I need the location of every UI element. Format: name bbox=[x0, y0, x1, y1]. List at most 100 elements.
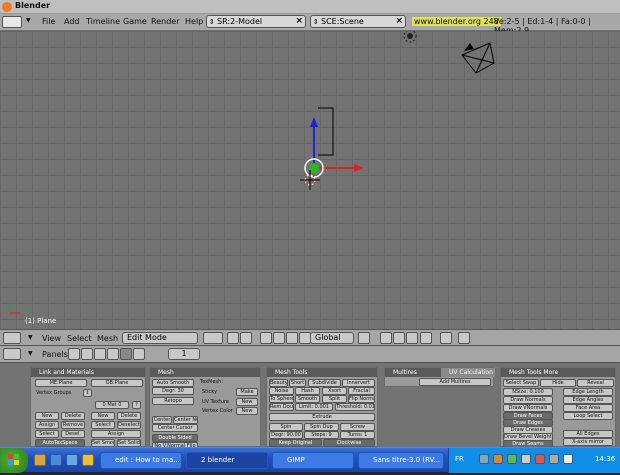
frame-field[interactable]: 1 bbox=[168, 348, 200, 360]
center-cursor-button[interactable]: Center Cursor bbox=[152, 424, 198, 432]
start-button[interactable] bbox=[0, 448, 28, 473]
shading-context-icon[interactable] bbox=[94, 348, 106, 360]
plane-edge[interactable] bbox=[318, 107, 334, 156]
menu-select[interactable]: Select bbox=[67, 334, 92, 343]
vgroup-selector[interactable]: ⇕ bbox=[83, 389, 92, 397]
screen-selector[interactable]: ⇕ SR:2-Model × bbox=[206, 15, 306, 28]
collapse-arrow-icon[interactable]: ▼ bbox=[28, 350, 33, 357]
set-smooth-button[interactable]: Set Smooth bbox=[91, 439, 115, 447]
close-icon[interactable]: × bbox=[395, 16, 403, 27]
collapse-arrow-icon[interactable]: ▼ bbox=[26, 17, 31, 24]
mode-selector[interactable]: Edit Mode bbox=[122, 332, 198, 344]
face-select-icon[interactable] bbox=[406, 332, 418, 344]
edge-select-icon[interactable] bbox=[393, 332, 405, 344]
render-icon[interactable] bbox=[440, 332, 452, 344]
vertex-select-icon[interactable] bbox=[380, 332, 392, 344]
screw-button[interactable]: Screw bbox=[340, 423, 375, 431]
scene-context-icon[interactable] bbox=[133, 348, 145, 360]
steps-field[interactable]: Steps: 9 bbox=[304, 431, 339, 439]
vgroup-assign-button[interactable]: Assign bbox=[35, 421, 59, 429]
vgroup-delete-button[interactable]: Delete bbox=[61, 412, 85, 420]
tray-icon-1[interactable] bbox=[479, 454, 489, 464]
material-select-button[interactable]: Select bbox=[91, 421, 115, 429]
editor-type-icon[interactable] bbox=[2, 16, 22, 28]
snap-icon[interactable] bbox=[240, 332, 252, 344]
select-swap-button[interactable]: Select Swap bbox=[503, 379, 539, 387]
quicklaunch-media-icon[interactable] bbox=[82, 454, 94, 466]
xsort-button[interactable]: Xsort bbox=[322, 387, 347, 395]
innervert-button[interactable]: Innervert bbox=[342, 379, 375, 387]
keep-original-toggle[interactable]: Keep Original bbox=[269, 439, 322, 447]
clockwise-toggle[interactable]: Clockwise bbox=[323, 439, 375, 447]
editing-context-icon[interactable] bbox=[120, 348, 132, 360]
tray-icon-5[interactable] bbox=[535, 454, 545, 464]
edge-angles-toggle[interactable]: Edge Angles bbox=[563, 396, 613, 404]
hide-button[interactable]: Hide bbox=[540, 379, 576, 387]
vgroup-remove-button[interactable]: Remove bbox=[61, 421, 85, 429]
layer-icon[interactable] bbox=[358, 332, 370, 344]
threshold-field[interactable]: Threshold: 0.010 bbox=[335, 403, 375, 411]
flip-normal-button[interactable]: Flip Normal bbox=[348, 395, 375, 403]
short-toggle[interactable]: Short bbox=[289, 379, 306, 387]
reveal-button[interactable]: Reveal bbox=[577, 379, 614, 387]
language-indicator[interactable]: FR bbox=[455, 455, 464, 463]
copy-icon[interactable] bbox=[458, 332, 470, 344]
tab-uv-calculation[interactable]: UV Calculation bbox=[441, 368, 495, 377]
object-name-field[interactable]: OB:Plane bbox=[91, 379, 143, 387]
rem-doubles-button[interactable]: Rem Doubl bbox=[269, 403, 294, 411]
tray-icon-3[interactable] bbox=[507, 454, 517, 464]
tray-icon-6[interactable] bbox=[549, 454, 559, 464]
double-sided-toggle[interactable]: Double Sided bbox=[152, 434, 198, 442]
camera-icon[interactable] bbox=[461, 42, 495, 74]
mesh-name-field[interactable]: ME:Plane bbox=[35, 379, 87, 387]
taskbar-item-edit[interactable]: edit : How to ma... bbox=[100, 452, 182, 469]
spin-button[interactable]: Spin bbox=[269, 423, 303, 431]
fractal-button[interactable]: Fractal bbox=[348, 387, 375, 395]
subdivide-button[interactable]: Subdivide bbox=[308, 379, 341, 387]
turns-field[interactable]: Turns: 1 bbox=[340, 431, 375, 439]
retopo-toggle[interactable]: Retopo bbox=[152, 397, 194, 405]
menu-mesh[interactable]: Mesh bbox=[97, 334, 118, 343]
script-context-icon[interactable] bbox=[81, 348, 93, 360]
split-button[interactable]: Split bbox=[322, 395, 347, 403]
smooth-button[interactable]: Smooth bbox=[295, 395, 320, 403]
menu-help[interactable]: Help bbox=[185, 17, 203, 26]
spin-dup-button[interactable]: Spin Dup bbox=[304, 423, 339, 431]
loop-select-selector[interactable]: Loop Select bbox=[563, 412, 613, 420]
translate-icon[interactable] bbox=[273, 332, 285, 344]
center-new-button[interactable]: Center New bbox=[173, 416, 198, 424]
menu-game[interactable]: Game bbox=[123, 17, 147, 26]
logic-context-icon[interactable] bbox=[68, 348, 80, 360]
lamp-icon[interactable] bbox=[403, 31, 417, 43]
extrude-button[interactable]: Extrude bbox=[269, 413, 375, 421]
editor-type-icon[interactable] bbox=[3, 348, 21, 360]
volume-icon[interactable] bbox=[563, 454, 573, 464]
all-edges-toggle[interactable]: All Edges bbox=[563, 430, 613, 438]
set-solid-button[interactable]: Set Solid bbox=[117, 439, 141, 447]
draw-type-icon[interactable] bbox=[203, 332, 223, 344]
hand-icon[interactable] bbox=[260, 332, 272, 344]
material-delete-button[interactable]: Delete bbox=[117, 412, 141, 420]
editor-type-icon[interactable] bbox=[3, 332, 21, 344]
quicklaunch-folder-icon[interactable] bbox=[34, 454, 46, 466]
taskbar-item-gimp[interactable]: GIMP bbox=[272, 452, 354, 469]
draw-vnormals-toggle[interactable]: Draw VNormals bbox=[503, 404, 553, 412]
occlude-icon[interactable] bbox=[420, 332, 432, 344]
material-menu[interactable]: ? bbox=[132, 401, 141, 409]
face-area-toggle[interactable]: Face Area bbox=[563, 404, 613, 412]
add-multires-button[interactable]: Add Multires bbox=[419, 378, 491, 386]
rotate-icon[interactable] bbox=[286, 332, 298, 344]
quicklaunch-desktop-icon[interactable] bbox=[66, 454, 78, 466]
uv-texture-new-button[interactable]: New bbox=[236, 398, 258, 406]
hash-button[interactable]: Hash bbox=[295, 387, 320, 395]
noise-button[interactable]: Noise bbox=[269, 387, 294, 395]
autotexspace-toggle[interactable]: AutoTexSpace bbox=[35, 439, 85, 447]
3d-viewport[interactable] bbox=[0, 31, 620, 329]
menu-add[interactable]: Add bbox=[64, 17, 80, 26]
center-button[interactable]: Center bbox=[152, 416, 172, 424]
pivot-icon[interactable] bbox=[227, 332, 239, 344]
tray-icon-2[interactable] bbox=[493, 454, 503, 464]
vertex-color-new-button[interactable]: New bbox=[236, 407, 258, 415]
transform-manipulator[interactable] bbox=[304, 117, 364, 178]
material-deselect-button[interactable]: Deselect bbox=[117, 421, 141, 429]
